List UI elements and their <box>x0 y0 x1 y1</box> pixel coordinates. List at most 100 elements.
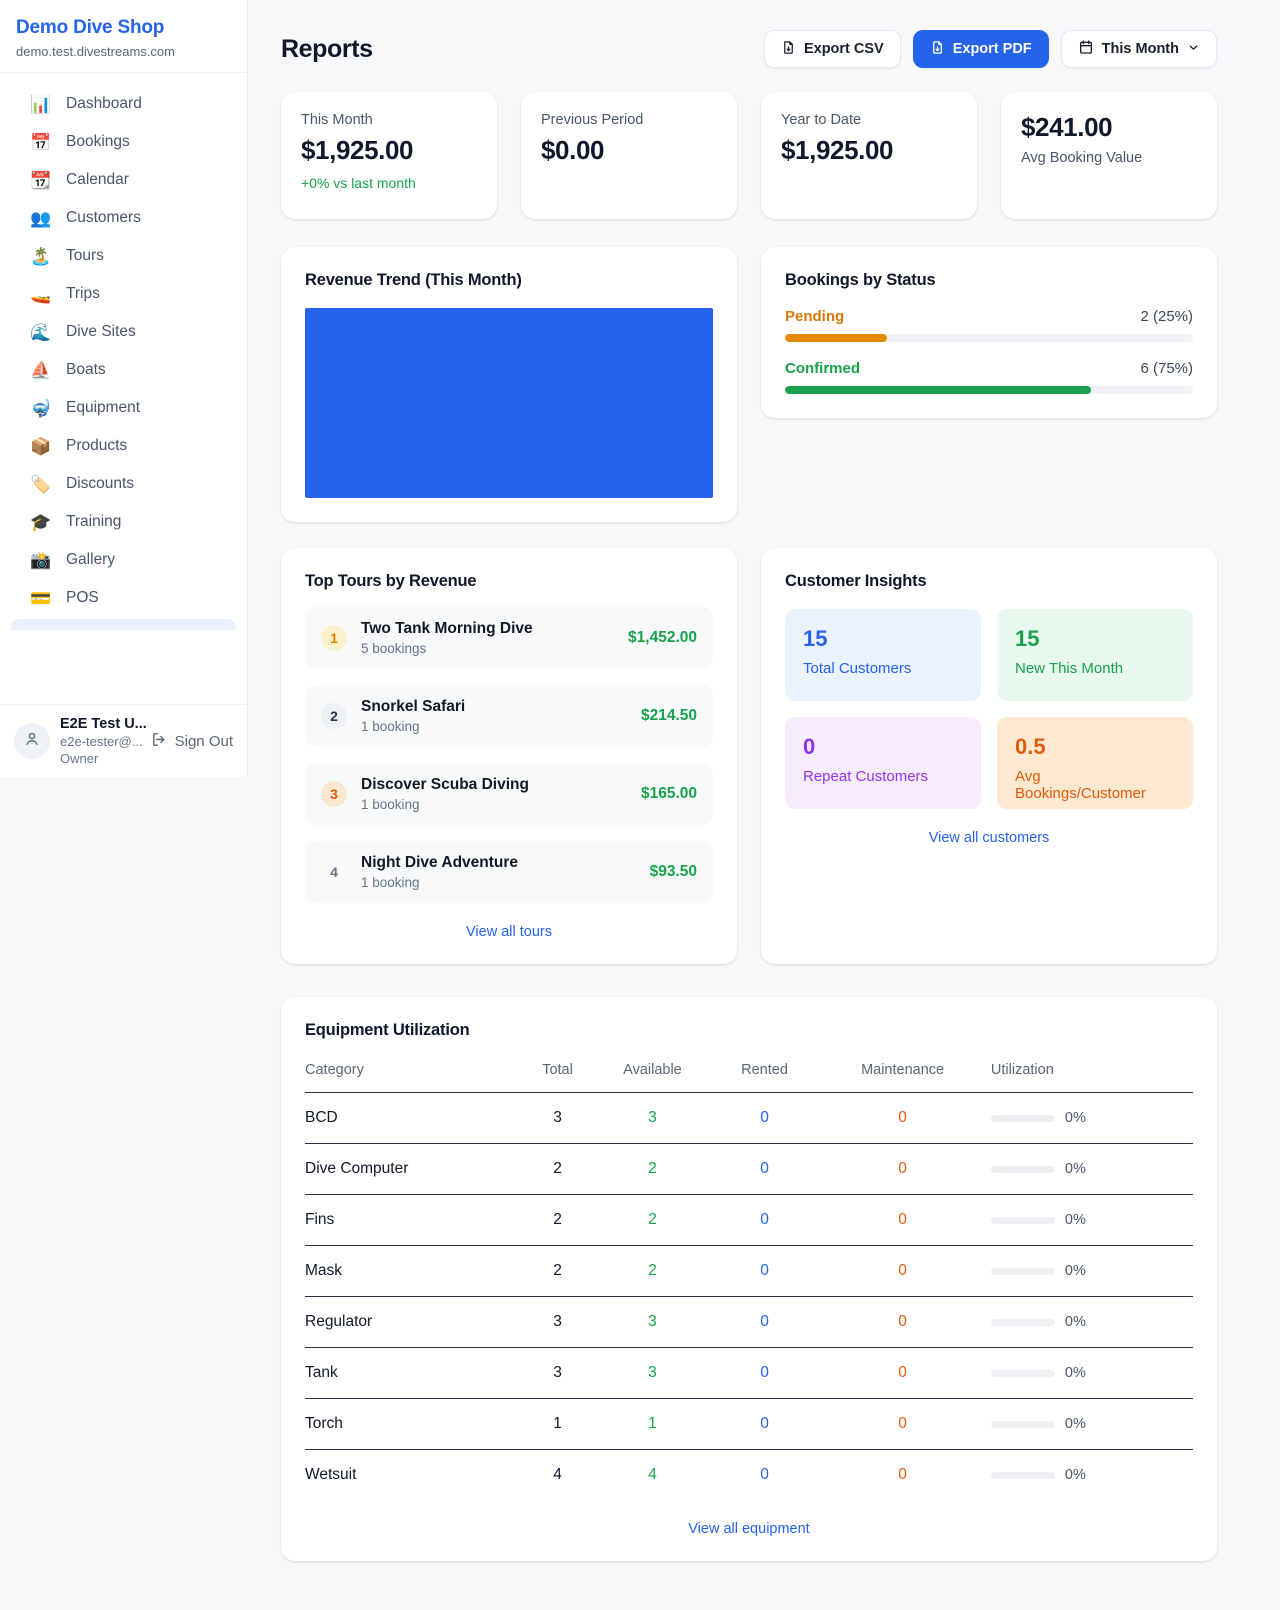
status-count: 2 (25%) <box>1140 308 1193 325</box>
sidebar-item-customers[interactable]: 👥Customers <box>10 199 237 237</box>
cell-rented: 0 <box>715 1297 814 1348</box>
sidebar-item-label: Products <box>66 437 127 455</box>
sidebar-item-label: Gallery <box>66 551 115 569</box>
sidebar-item-dive-sites[interactable]: 🌊Dive Sites <box>10 313 237 351</box>
sidebar-item-tours[interactable]: 🏝️ Tours <box>10 237 237 275</box>
sidebar-item-dashboard[interactable]: 📊Dashboard <box>10 85 237 123</box>
sidebar-item-label: Customers <box>66 209 141 227</box>
cell-available: 2 <box>590 1144 715 1195</box>
cell-available: 1 <box>590 1399 715 1450</box>
cell-utilization: 0% <box>991 1348 1193 1399</box>
column-header-rented: Rented <box>715 1052 814 1093</box>
tour-name: Discover Scuba Diving <box>361 776 529 794</box>
tour-info: Snorkel Safari1 booking <box>361 698 465 734</box>
brand-name[interactable]: Demo Dive Shop <box>16 17 231 39</box>
table-row: Mask22000% <box>305 1246 1193 1297</box>
calendar-icon <box>1078 39 1094 59</box>
utilization-percent: 0% <box>1065 1416 1086 1432</box>
stats-row: This Month$1,925.00+0% vs last monthPrev… <box>281 92 1217 219</box>
avatar <box>14 723 50 759</box>
export-csv-button[interactable]: Export CSV <box>764 30 901 68</box>
rank-badge: 4 <box>321 859 347 885</box>
utilization-cell: 0% <box>991 1365 1193 1381</box>
cell-utilization: 0% <box>991 1093 1193 1144</box>
sidebar-item-calendar[interactable]: 📆Calendar <box>10 161 237 199</box>
brand-domain: demo.test.divestreams.com <box>16 44 231 59</box>
cell-total: 3 <box>525 1093 590 1144</box>
status-row-top: Confirmed6 (75%) <box>785 360 1193 377</box>
view-all-customers-link[interactable]: View all customers <box>785 830 1193 846</box>
sidebar-item-active-partial[interactable] <box>10 619 237 630</box>
equipment-table: CategoryTotalAvailableRentedMaintenanceU… <box>305 1052 1193 1500</box>
view-all-equipment-link[interactable]: View all equipment <box>305 1521 1193 1537</box>
sidebar-item-boats[interactable]: ⛵Boats <box>10 351 237 389</box>
sidebar-item-products[interactable]: 📦Products <box>10 427 237 465</box>
cell-available: 2 <box>590 1195 715 1246</box>
stat-value: $0.00 <box>541 135 717 166</box>
sidebar-item-trips[interactable]: 🚤Trips <box>10 275 237 313</box>
sidebar-item-label: Bookings <box>66 133 130 151</box>
utilization-bar <box>991 1472 1055 1479</box>
person-icon <box>23 730 41 753</box>
cell-total: 2 <box>525 1246 590 1297</box>
cell-utilization: 0% <box>991 1399 1193 1450</box>
sign-out-icon <box>151 731 168 752</box>
table-row: Torch11000% <box>305 1399 1193 1450</box>
column-header-maintenance: Maintenance <box>814 1052 991 1093</box>
table-row: Tank33000% <box>305 1348 1193 1399</box>
table-row: Wetsuit44000% <box>305 1450 1193 1501</box>
utilization-bar <box>991 1268 1055 1275</box>
utilization-cell: 0% <box>991 1467 1193 1483</box>
top-tours-card: Top Tours by Revenue 1Two Tank Morning D… <box>281 548 737 964</box>
file-export-icon <box>930 40 945 59</box>
tour-bookings: 1 booking <box>361 719 465 734</box>
sidebar-item-label: Training <box>66 513 121 531</box>
insight-label: Avg Bookings/Customer <box>1015 768 1175 802</box>
export-pdf-button[interactable]: Export PDF <box>913 30 1049 68</box>
revenue-trend-title: Revenue Trend (This Month) <box>305 271 713 290</box>
main-content: Reports Export CSV E <box>248 0 1280 1601</box>
sign-out-button[interactable]: Sign Out <box>151 731 233 752</box>
export-pdf-label: Export PDF <box>953 41 1032 57</box>
cell-available: 4 <box>590 1450 715 1501</box>
cell-rented: 0 <box>715 1450 814 1501</box>
sidebar-item-bookings[interactable]: 📅Bookings <box>10 123 237 161</box>
tours-icon: 🏝️ <box>30 248 52 265</box>
utilization-cell: 0% <box>991 1212 1193 1228</box>
utilization-percent: 0% <box>1065 1314 1086 1330</box>
cell-maintenance: 0 <box>814 1348 991 1399</box>
period-dropdown[interactable]: This Month <box>1061 30 1217 68</box>
cell-maintenance: 0 <box>814 1195 991 1246</box>
sidebar-item-discounts[interactable]: 🏷️Discounts <box>10 465 237 503</box>
cell-maintenance: 0 <box>814 1450 991 1501</box>
cell-maintenance: 0 <box>814 1297 991 1348</box>
tours-list: 1Two Tank Morning Dive5 bookings$1,452.0… <box>305 607 713 903</box>
cell-total: 2 <box>525 1144 590 1195</box>
table-row: Fins22000% <box>305 1195 1193 1246</box>
utilization-percent: 0% <box>1065 1467 1086 1483</box>
stat-card: Previous Period$0.00 <box>521 92 737 219</box>
sidebar-item-gallery[interactable]: 📸Gallery <box>10 541 237 579</box>
period-label: This Month <box>1102 41 1179 57</box>
user-role: Owner <box>60 751 141 766</box>
sidebar-item-label: Dashboard <box>66 95 142 113</box>
equipment-utilization-title: Equipment Utilization <box>305 1021 1193 1040</box>
cell-category: Mask <box>305 1246 525 1297</box>
utilization-bar <box>991 1115 1055 1122</box>
sidebar-item-equipment[interactable]: 🤿Equipment <box>10 389 237 427</box>
sidebar-item-pos[interactable]: 💳POS <box>10 579 237 617</box>
cell-total: 4 <box>525 1450 590 1501</box>
cell-available: 2 <box>590 1246 715 1297</box>
insight-tile: 15Total Customers <box>785 609 981 701</box>
equipment-utilization-card: Equipment Utilization CategoryTotalAvail… <box>281 997 1217 1561</box>
status-bar-track <box>785 386 1193 394</box>
sidebar-item-label: Tours <box>66 247 104 265</box>
utilization-percent: 0% <box>1065 1161 1086 1177</box>
utilization-percent: 0% <box>1065 1365 1086 1381</box>
insight-value: 15 <box>1015 626 1175 652</box>
file-export-icon <box>781 40 796 59</box>
view-all-tours-link[interactable]: View all tours <box>305 924 713 940</box>
top-tours-title: Top Tours by Revenue <box>305 572 713 591</box>
sidebar-item-label: Calendar <box>66 171 129 189</box>
sidebar-item-training[interactable]: 🎓Training <box>10 503 237 541</box>
